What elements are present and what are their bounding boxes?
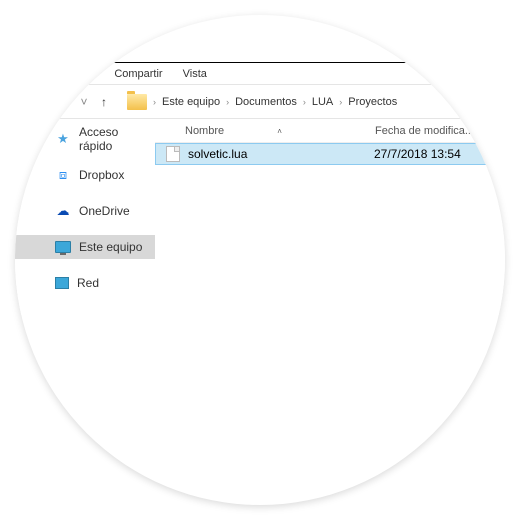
address-bar: ← → ˅ ↑ › Este equipo › Documentos › LUA… bbox=[15, 85, 505, 119]
ribbon-tab-compartir[interactable]: Compartir bbox=[114, 68, 162, 80]
sidebar-onedrive[interactable]: ☁ OneDrive bbox=[15, 199, 155, 223]
file-row[interactable]: solvetic.lua 27/7/2018 13:54 bbox=[155, 143, 505, 165]
cloud-icon: ☁ bbox=[55, 203, 71, 219]
file-name-label: solvetic.lua bbox=[188, 147, 374, 161]
star-icon: ★ bbox=[55, 131, 71, 147]
sidebar-item-label: Este equipo bbox=[79, 240, 142, 254]
sidebar-quick-access[interactable]: ★ Acceso rápido bbox=[15, 127, 155, 151]
titlebar[interactable]: Proyectos bbox=[15, 37, 505, 63]
breadcrumb-item[interactable]: Proyectos bbox=[348, 96, 397, 108]
file-icon bbox=[166, 146, 180, 162]
file-date-label: 27/7/2018 13:54 bbox=[374, 147, 461, 161]
sidebar-item-label: Acceso rápido bbox=[79, 125, 155, 153]
sort-caret-icon: ˄ bbox=[277, 127, 282, 136]
column-header-name[interactable]: Nombre ˄ bbox=[155, 125, 375, 137]
file-pane: Nombre ˄ Fecha de modifica... solvetic.l… bbox=[155, 119, 505, 315]
ribbon-tab-inicio[interactable]: Inicio bbox=[69, 68, 95, 80]
nav-dropdown-icon[interactable]: ˅ bbox=[77, 95, 91, 109]
monitor-icon bbox=[55, 241, 71, 253]
sidebar-item-label: OneDrive bbox=[79, 204, 130, 218]
chevron-right-icon: › bbox=[153, 97, 156, 107]
sidebar-network[interactable]: Red bbox=[15, 271, 155, 295]
chevron-right-icon: › bbox=[339, 97, 342, 107]
sidebar-item-label: Red bbox=[77, 276, 99, 290]
sidebar-item-label: Dropbox bbox=[79, 168, 124, 182]
breadcrumb-item[interactable]: Documentos bbox=[235, 96, 297, 108]
nav-back-icon[interactable]: ← bbox=[37, 95, 51, 109]
chevron-right-icon: › bbox=[303, 97, 306, 107]
sidebar: ★ Acceso rápido ⧈ Dropbox ☁ OneDrive bbox=[15, 119, 155, 315]
column-header-date[interactable]: Fecha de modifica... bbox=[375, 125, 505, 137]
ribbon: vo Inicio Compartir Vista bbox=[15, 63, 505, 85]
window-title: Proyectos bbox=[75, 43, 128, 57]
ribbon-tab-vista[interactable]: Vista bbox=[183, 68, 207, 80]
explorer-window: Proyectos vo Inicio Compartir Vista ← → … bbox=[15, 37, 505, 315]
network-icon bbox=[55, 277, 69, 289]
sidebar-this-pc[interactable]: Este equipo bbox=[15, 235, 155, 259]
sidebar-dropbox[interactable]: ⧈ Dropbox bbox=[15, 163, 155, 187]
nav-forward-icon[interactable]: → bbox=[57, 95, 71, 109]
nav-up-icon[interactable]: ↑ bbox=[97, 95, 111, 109]
column-headers: Nombre ˄ Fecha de modifica... bbox=[155, 119, 505, 143]
dropbox-icon: ⧈ bbox=[55, 167, 71, 183]
folder-icon bbox=[127, 94, 147, 110]
breadcrumb-item[interactable]: LUA bbox=[312, 96, 333, 108]
breadcrumb-item[interactable]: Este equipo bbox=[162, 96, 220, 108]
ribbon-file-tab[interactable]: vo bbox=[37, 68, 49, 80]
chevron-right-icon: › bbox=[226, 97, 229, 107]
